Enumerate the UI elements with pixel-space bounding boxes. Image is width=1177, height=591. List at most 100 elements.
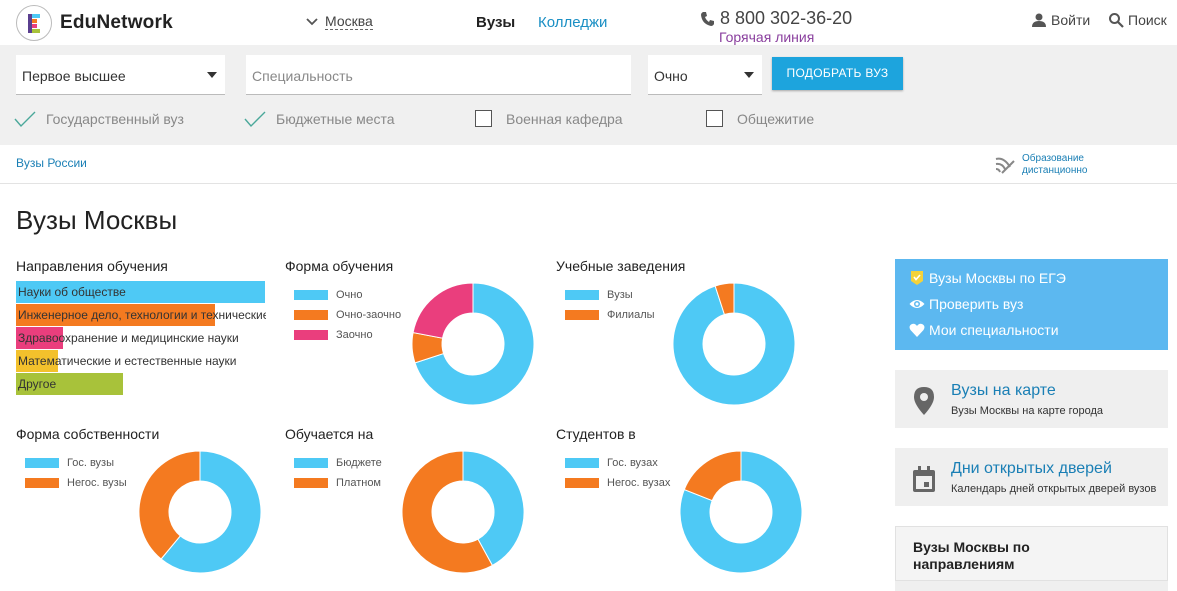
distance-line1: Образование (1022, 153, 1084, 164)
study-form-value: Очно (654, 68, 688, 84)
legend-item[interactable]: Очно-заочно (294, 305, 401, 325)
check-label: Бюджетные места (276, 111, 395, 127)
legend-label: Вузы (607, 289, 633, 301)
legend-label: Заочно (336, 329, 373, 341)
legend-swatch (565, 310, 599, 320)
logo[interactable]: EduNetwork (16, 5, 173, 41)
link-my-specialties[interactable]: Мои специальности (909, 322, 1059, 338)
checkmark-icon (244, 111, 266, 128)
city-selector[interactable]: Москва (305, 14, 373, 30)
legend-swatch (25, 478, 59, 488)
legend-item[interactable]: Вузы (565, 285, 655, 305)
legend-label: Филиалы (607, 309, 655, 321)
chart-legend: Бюджете Платном (294, 453, 382, 493)
legend-item[interactable]: Гос. вузах (565, 453, 670, 473)
sidebar-open-days-card[interactable]: Дни открытых дверей Календарь дней откры… (895, 448, 1168, 506)
chart-title-ownership: Форма собственности (16, 426, 160, 442)
donut-slice[interactable] (160, 450, 262, 574)
login-link[interactable]: Войти (1031, 12, 1090, 28)
brand-name: EduNetwork (60, 12, 173, 33)
chart-title-study-basis: Обучается на (285, 426, 374, 442)
direction-bar[interactable]: Науки об обществе (16, 281, 265, 303)
nav-universities[interactable]: Вузы (476, 14, 515, 31)
legend-swatch (565, 478, 599, 488)
legend-item[interactable]: Негос. вузы (25, 473, 127, 493)
legend-item[interactable]: Филиалы (565, 305, 655, 325)
direction-bar[interactable]: Другое (16, 373, 123, 395)
sidebar-quick-links: Вузы Москвы по ЕГЭ Проверить вуз Мои спе… (895, 259, 1168, 350)
direction-bar[interactable]: Здравоохранение и медицинские науки (16, 327, 239, 349)
link-ege[interactable]: Вузы Москвы по ЕГЭ (909, 270, 1066, 286)
link-label: Мои специальности (929, 322, 1059, 338)
search-link[interactable]: Поиск (1108, 12, 1167, 28)
level-select[interactable]: Первое высшее (16, 55, 225, 95)
legend-swatch (294, 478, 328, 488)
legend-item[interactable]: Заочно (294, 325, 401, 345)
caret-down-icon (744, 72, 754, 78)
distance-education-link[interactable]: Образование дистанционно (994, 153, 1087, 177)
phone-icon (701, 11, 714, 26)
specialty-input[interactable]: Специальность (246, 55, 631, 95)
search-icon (1109, 13, 1124, 28)
chart-title-directions: Направления обучения (16, 258, 168, 274)
donut-slice[interactable] (683, 450, 742, 502)
direction-bar-label: Здравоохранение и медицинские науки (18, 331, 239, 345)
sidebar-directions: Вузы Москвы по направлениям (895, 526, 1168, 591)
phone-number[interactable]: 8 800 302-36-20 (700, 8, 852, 29)
donut-slice[interactable] (714, 282, 735, 316)
open-days-title: Дни открытых дверей (951, 460, 1112, 477)
donut-slice[interactable] (138, 450, 201, 560)
chart-title-study-form: Форма обучения (285, 258, 394, 274)
study-form-select[interactable]: Очно (648, 55, 762, 95)
legend-item[interactable]: Бюджете (294, 453, 382, 473)
checkbox[interactable] (706, 110, 723, 127)
check-state-university[interactable]: Государственный вуз (14, 110, 184, 128)
check-label: Военная кафедра (506, 110, 623, 127)
calendar-icon (913, 466, 935, 492)
direction-bar[interactable]: Математические и естественные науки (16, 350, 236, 372)
chart-legend: Гос. вузах Негос. вузах (565, 453, 670, 493)
legend-item[interactable]: Негос. вузах (565, 473, 670, 493)
donut-slice[interactable] (672, 282, 796, 406)
legend-swatch (565, 290, 599, 300)
check-military-dept[interactable]: Военная кафедра (475, 110, 623, 127)
map-card-title: Вузы на карте (951, 382, 1056, 399)
donut-slice[interactable] (414, 282, 535, 406)
legend-label: Гос. вузы (67, 457, 115, 469)
donut-slice[interactable] (462, 450, 525, 567)
donut-slice[interactable] (679, 450, 803, 574)
direction-bar-label: Инженерное дело, технологии и технически… (18, 308, 266, 322)
find-university-button[interactable]: ПОДОБРАТЬ ВУЗ (772, 57, 903, 90)
check-label: Государственный вуз (46, 111, 184, 127)
donut-slice[interactable] (401, 450, 494, 574)
legend-item[interactable]: Платном (294, 473, 382, 493)
open-days-subtitle: Календарь дней открытых дверей вузов (951, 483, 1157, 495)
legend-swatch (565, 458, 599, 468)
filter-bar: Первое высшее Специальность Очно ПОДОБРА… (0, 45, 1177, 145)
check-budget-places[interactable]: Бюджетные места (244, 110, 395, 128)
donut-slice[interactable] (412, 282, 474, 339)
site-header: EduNetwork Москва Вузы Колледжи 8 800 30… (0, 0, 1177, 45)
chart-title-students: Студентов в (556, 426, 636, 442)
donut-slice[interactable] (411, 331, 445, 364)
login-label: Войти (1051, 12, 1091, 28)
link-check-university[interactable]: Проверить вуз (909, 296, 1023, 312)
phone-text: 8 800 302-36-20 (720, 8, 853, 28)
legend-swatch (25, 458, 59, 468)
link-label: Вузы Москвы по ЕГЭ (929, 270, 1066, 286)
legend-item[interactable]: Гос. вузы (25, 453, 127, 473)
legend-label: Негос. вузах (607, 477, 671, 489)
breadcrumb-root[interactable]: Вузы России (16, 156, 87, 170)
direction-bar[interactable]: Инженерное дело, технологии и технически… (16, 304, 266, 326)
direction-bar-label: Науки об обществе (18, 285, 126, 299)
sidebar-map-card[interactable]: Вузы на карте Вузы Москвы на карте город… (895, 370, 1168, 428)
eye-icon (909, 300, 925, 308)
nav-colleges[interactable]: Колледжи (538, 14, 607, 31)
distance-line2: дистанционно (1022, 165, 1088, 176)
chart-legend: Вузы Филиалы (565, 285, 655, 325)
city-name: Москва (325, 13, 373, 30)
checkbox[interactable] (475, 110, 492, 127)
page-title: Вузы Москвы (16, 205, 178, 235)
check-dormitory[interactable]: Общежитие (706, 110, 814, 127)
legend-item[interactable]: Очно (294, 285, 401, 305)
